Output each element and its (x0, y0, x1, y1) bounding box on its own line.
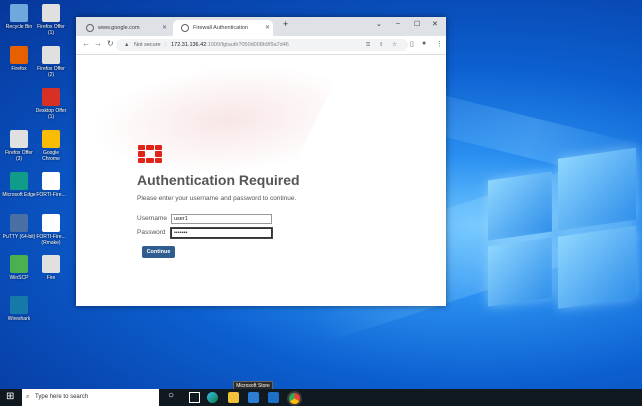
desktop-icon[interactable]: FORTI-Fire... (34, 172, 68, 198)
close-icon[interactable]: ✕ (265, 20, 270, 36)
maximize-button[interactable]: ☐ (414, 20, 420, 28)
browser-window: www.google.com ✕ Firewall Authentication… (76, 17, 446, 306)
close-window-button[interactable]: ✕ (432, 20, 438, 28)
address-bar[interactable]: ▲ Not secure | 172.31.136.42:1000/fgtaut… (116, 39, 408, 51)
key-icon[interactable]: ⚿ (366, 39, 370, 51)
desktop-icon[interactable]: Fire (34, 255, 68, 281)
cortana-icon[interactable]: ○ (168, 390, 174, 401)
desktop-icon-label: WinSCP (9, 275, 29, 281)
desktop-icon[interactable]: Firefox (2, 46, 36, 72)
tab-firewall-auth[interactable]: Firewall Authentication ✕ (173, 20, 273, 36)
search-icon: ⌕ (26, 394, 30, 400)
app-icon (10, 130, 28, 148)
username-label: Username (137, 215, 167, 222)
close-icon[interactable]: ✕ (162, 20, 167, 36)
reload-button[interactable]: ↻ (107, 39, 114, 48)
desktop-icon-label: Recycle Bin (5, 24, 33, 30)
desktop-icon-label: FORTI-Fire... (Rmake) (36, 234, 66, 246)
desktop-icon-label: Fire (46, 275, 56, 281)
warning-icon: ▲ (124, 42, 130, 48)
desktop-icon[interactable]: Firefox Offer (1) (34, 4, 68, 36)
mail-icon[interactable] (268, 392, 279, 403)
desktop: Recycle Bin Firefox Offer (1) Firefox Firef… (0, 0, 642, 389)
desktop-icon[interactable]: PuTTY (64-bit) (2, 214, 36, 240)
desktop-icon[interactable]: Recycle Bin (2, 4, 36, 30)
app-icon (10, 172, 28, 190)
microsoft-store-icon[interactable] (248, 392, 259, 403)
tab-strip: www.google.com ✕ Firewall Authentication… (76, 17, 446, 36)
desktop-icon-label: Firefox (11, 66, 27, 72)
start-button[interactable]: ⊞ (6, 391, 14, 402)
side-panel-icon[interactable]: ▯ (410, 40, 414, 48)
password-label: Password (137, 229, 166, 236)
search-placeholder: Type here to search (35, 394, 89, 400)
app-icon (10, 296, 28, 314)
app-icon (10, 46, 28, 64)
desktop-icon-label: PuTTY (64-bit) (2, 234, 36, 240)
desktop-icon[interactable]: Desktop Offer (1) (34, 88, 68, 120)
bookmark-star-icon[interactable]: ☆ (392, 39, 397, 51)
security-label: Not secure (133, 42, 161, 48)
new-tab-button[interactable]: + (283, 19, 288, 29)
share-icon[interactable]: ⇪ (379, 39, 384, 51)
desktop-icon-label: Wireshark (7, 316, 31, 322)
tab-search-button[interactable]: ⌄ (376, 20, 382, 28)
taskbar-search[interactable]: ⌕ Type here to search (22, 389, 159, 406)
desktop-icon[interactable]: Microsoft Edge (2, 172, 36, 198)
chrome-icon[interactable] (287, 391, 302, 406)
profile-icon[interactable]: ● (422, 40, 426, 47)
desktop-icon[interactable]: Firefox Offer (3) (2, 130, 36, 162)
edge-icon[interactable] (207, 392, 218, 403)
desktop-icon[interactable]: Wireshark (2, 296, 36, 322)
tab-title: www.google.com (98, 25, 140, 31)
app-icon (10, 255, 28, 273)
minimize-button[interactable]: – (396, 20, 400, 27)
tab-title: Firewall Authentication (193, 25, 249, 31)
desktop-icon-label: Firefox Offer (2) (37, 66, 65, 78)
app-icon (42, 214, 60, 232)
globe-icon (181, 23, 189, 32)
forward-button[interactable]: → (94, 39, 102, 48)
continue-button[interactable]: Continue (142, 246, 175, 258)
menu-icon[interactable]: ⋮ (436, 40, 443, 48)
desktop-icon[interactable]: WinSCP (2, 255, 36, 281)
background-glow (76, 65, 342, 175)
page-subtitle: Please enter your username and password … (137, 195, 297, 202)
app-icon (42, 46, 60, 64)
app-icon (42, 172, 60, 190)
desktop-icon-label: Firefox Offer (3) (5, 150, 33, 162)
desktop-icon-label: Desktop Offer (1) (35, 108, 67, 120)
windows-logo (488, 147, 638, 318)
desktop-icon[interactable]: FORTI-Fire... (Rmake) (34, 214, 68, 246)
app-icon (42, 130, 60, 148)
desktop-icon-label: Microsoft Edge (2, 192, 36, 198)
desktop-icon-label: Google Chrome (42, 150, 60, 162)
auth-page: Authentication Required Please enter you… (76, 55, 446, 306)
username-field[interactable]: user1 (171, 214, 272, 224)
desktop-icon[interactable]: Google Chrome (34, 130, 68, 162)
url-host: 172.31.136.42 (171, 42, 207, 48)
tab-google[interactable]: www.google.com ✕ (78, 20, 170, 36)
fortinet-logo (138, 145, 162, 163)
task-view-icon[interactable] (189, 392, 200, 403)
globe-icon (86, 23, 94, 32)
app-icon (10, 214, 28, 232)
app-icon (10, 4, 28, 22)
app-icon (42, 88, 60, 106)
taskbar: ⊞ ⌕ Type here to search ○ (0, 389, 642, 406)
desktop-icon-label: FORTI-Fire... (36, 192, 66, 198)
file-explorer-icon[interactable] (228, 392, 239, 403)
url-path: :1000/fgtauth?050d008b9f9a7d46 (206, 42, 289, 48)
app-icon (42, 4, 60, 22)
browser-toolbar: ← → ↻ ▲ Not secure | 172.31.136.42:1000/… (76, 36, 446, 55)
desktop-icon[interactable]: Firefox Offer (2) (34, 46, 68, 78)
app-icon (42, 255, 60, 273)
back-button[interactable]: ← (82, 39, 90, 48)
separator: | (165, 42, 167, 48)
page-title: Authentication Required (137, 172, 300, 188)
password-field[interactable]: ••••••• (171, 228, 272, 238)
desktop-icon-label: Firefox Offer (1) (37, 24, 65, 36)
